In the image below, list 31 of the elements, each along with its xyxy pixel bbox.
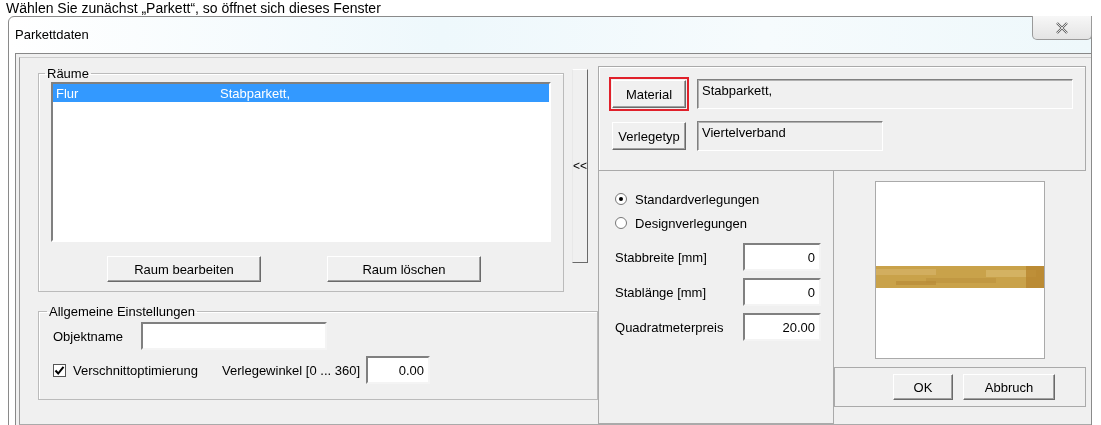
radio-button[interactable] [615,217,627,229]
number-field[interactable]: 0 [743,243,821,271]
radio-label: Designverlegungen [635,215,748,231]
checkbox-label: Verschnittoptimierung [73,362,198,378]
room-button[interactable]: Raum bearbeiten [107,256,261,282]
material-field: Stabparkett, [697,79,1073,109]
group-label: Räume [46,66,90,81]
close-button[interactable] [1032,16,1092,40]
radio-button[interactable] [615,193,627,205]
object-name-field[interactable] [141,322,328,350]
collapse-button[interactable]: << [572,69,588,263]
field-label: Quadratmeterpreis [615,319,724,335]
caption-text: Wählen Sie zunächst „Parkett“, so öffnet sich dieses Fenster [5,0,382,16]
room-button[interactable]: Raum löschen [327,256,481,282]
field-label: Verlegewinkel [0 ... 360] [222,362,361,378]
window-title: Parkettdaten [15,27,89,42]
laying-type-field: Viertelverband [697,121,883,151]
dialog-button[interactable]: Abbruch [963,374,1055,400]
checkbox[interactable] [53,363,66,377]
group-label: Allgemeine Einstellungen [48,304,196,319]
dialog-button[interactable]: OK [893,374,953,400]
material-button[interactable]: Material [612,80,686,108]
laying-type-button[interactable]: Verlegetyp [612,122,686,150]
field-label: Stablänge [mm] [615,284,707,300]
angle-field[interactable]: 0.00 [366,356,431,384]
radio-label: Standardverlegungen [635,191,760,207]
field-label: Stabbreite [mm] [615,249,707,265]
field-label: Objektname [53,328,124,344]
close-icon [1055,21,1069,34]
number-field[interactable]: 20.00 [743,313,821,341]
number-field[interactable]: 0 [743,278,821,306]
